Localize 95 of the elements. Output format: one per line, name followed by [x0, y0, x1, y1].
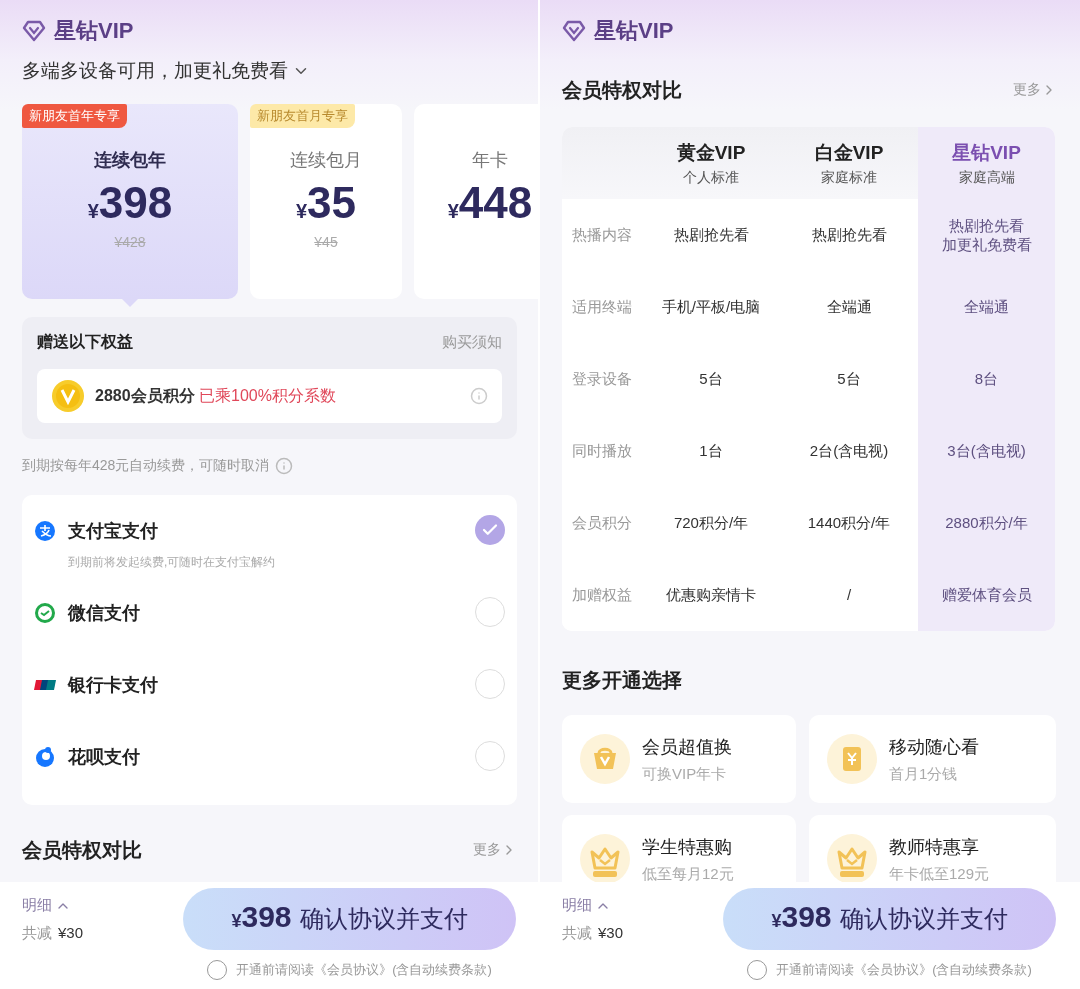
coin-icon: [51, 379, 85, 413]
payment-name: 花呗支付: [68, 746, 141, 769]
diamond-icon: [562, 20, 586, 42]
tier-name: 黄金VIP: [676, 140, 746, 165]
info-icon[interactable]: [275, 457, 294, 475]
agreement-checkbox[interactable]: [747, 960, 768, 980]
plan-name: 年卡: [472, 149, 508, 172]
payment-option[interactable]: 微信支付: [22, 583, 517, 655]
cell-text: 1440积分/年: [807, 513, 891, 533]
cell-text: 3台(含电视): [947, 441, 1026, 461]
tier-name: 星钻VIP: [952, 140, 1021, 165]
discount-label: 共减: [22, 924, 52, 943]
radio-button[interactable]: [475, 515, 505, 545]
cell-text: 优惠购亲情卡: [666, 585, 756, 605]
cell-text: 5台: [699, 369, 723, 389]
details-link[interactable]: 明细: [562, 896, 611, 915]
bag-icon: [580, 734, 630, 784]
option-title: 移动随心看: [889, 735, 979, 759]
circle-logo-icon: [34, 520, 56, 542]
payment-name: 微信支付: [68, 602, 141, 625]
discount-amount: ¥30: [58, 924, 84, 943]
diamond-icon: [22, 20, 46, 42]
benefits-title: 赠送以下权益: [37, 331, 133, 352]
cell-text: 720积分/年: [673, 513, 749, 533]
cell-text: 手机/平板/电脑: [661, 297, 761, 317]
payment-option[interactable]: 花呗支付: [22, 727, 517, 799]
radio-button[interactable]: [475, 597, 505, 627]
plan-name: 连续包年: [94, 149, 166, 172]
plan-price: ¥35: [295, 178, 357, 228]
cell-text: 5台: [837, 369, 861, 389]
option-subtitle: 年卡低至129元: [889, 864, 990, 882]
option-card[interactable]: 移动随心看 首月1分钱: [809, 715, 1056, 803]
pay-button[interactable]: ¥398 确认协议并支付: [183, 888, 516, 950]
payment-option[interactable]: 支付宝支付 到期前将发起续费,可随时在支付宝解约: [22, 501, 517, 583]
check-circle-icon: [34, 602, 56, 624]
cell-text: 全端通: [964, 297, 1009, 317]
brand-title: 星钻VIP: [594, 17, 674, 45]
section-title: 更多开通选择: [562, 667, 682, 693]
section-title: 会员特权对比: [562, 77, 682, 103]
tier-subtitle: 家庭标准: [821, 168, 877, 187]
cell-text: /: [846, 585, 852, 605]
details-link[interactable]: 明细: [22, 896, 71, 915]
crown-icon: [827, 834, 877, 882]
plan-price: ¥398: [87, 178, 173, 228]
tier-name: 白金VIP: [814, 140, 884, 165]
option-subtitle: 首月1分钱: [889, 764, 959, 784]
tier-subtitle: 家庭高端: [958, 168, 1015, 187]
option-title: 会员超值换: [642, 735, 732, 759]
payment-note: 到期前将发起续费,可随时在支付宝解约: [68, 554, 277, 571]
info-icon[interactable]: [470, 387, 488, 405]
option-subtitle: 可换VIP年卡: [642, 764, 728, 784]
discount-amount: ¥30: [598, 924, 624, 943]
radio-button[interactable]: [475, 741, 505, 771]
payment-option[interactable]: 银行卡支付: [22, 655, 517, 727]
option-title: 学生特惠购: [642, 835, 733, 859]
brand-title: 星钻VIP: [54, 17, 134, 45]
original-price: ¥45: [314, 234, 338, 250]
plan-badge: 新朋友首年专享: [22, 104, 127, 128]
cell-text: 热剧抢先看: [673, 225, 749, 245]
agreement-text: 开通前请阅读《会员协议》(含自动续费条款): [236, 961, 492, 979]
option-card[interactable]: 会员超值换 可换VIP年卡: [562, 715, 796, 803]
agreement-checkbox[interactable]: [207, 960, 228, 980]
pay-button[interactable]: ¥398 确认协议并支付: [723, 888, 1056, 950]
cell-text: 热剧抢先看: [811, 225, 887, 245]
payment-name: 支付宝支付: [68, 520, 159, 543]
original-price: ¥428: [114, 234, 146, 250]
plan-badge: 新朋友首月专享: [250, 104, 355, 128]
cell-text: 加更礼免费看: [941, 235, 1032, 255]
radio-button[interactable]: [475, 669, 505, 699]
plan-card[interactable]: 新朋友首月专享 连续包月 ¥35 ¥45: [250, 104, 402, 299]
yen-card-icon: [827, 734, 877, 784]
points-text: 2880会员积分 已乘100%积分系数: [95, 385, 337, 406]
plan-name: 连续包月: [290, 149, 362, 172]
renewal-note: 到期按每年428元自动续费，可随时取消: [22, 457, 270, 475]
option-card[interactable]: 学生特惠购 低至每月12元: [562, 815, 796, 882]
cell-text: 2880积分/年: [945, 513, 1028, 533]
agreement-text: 开通前请阅读《会员协议》(含自动续费条款): [776, 961, 1032, 979]
swirl-logo-icon: [34, 746, 56, 768]
cell-text: 热剧抢先看: [949, 215, 1024, 235]
tier-subtitle: 个人标准: [683, 168, 739, 187]
tagline: 多端多设备可用，加更礼免费看: [22, 59, 288, 83]
option-subtitle: 低至每月12元: [642, 864, 734, 882]
section-title: 会员特权对比: [22, 837, 142, 863]
cell-text: 1台: [699, 441, 723, 461]
option-title: 教师特惠享: [889, 835, 980, 859]
crown-icon: [580, 834, 630, 882]
cell-text: 2台(含电视): [809, 441, 889, 461]
option-card[interactable]: 教师特惠享 年卡低至129元: [809, 815, 1056, 882]
cell-text: 赠爱体育会员: [941, 585, 1032, 605]
plan-card[interactable]: 年卡 ¥448: [414, 104, 538, 299]
plan-price: ¥448: [447, 178, 533, 228]
cell-text: 8台: [974, 369, 999, 389]
payment-name: 银行卡支付: [68, 674, 159, 697]
discount-label: 共减: [562, 924, 592, 943]
cell-text: 全端通: [826, 297, 872, 317]
